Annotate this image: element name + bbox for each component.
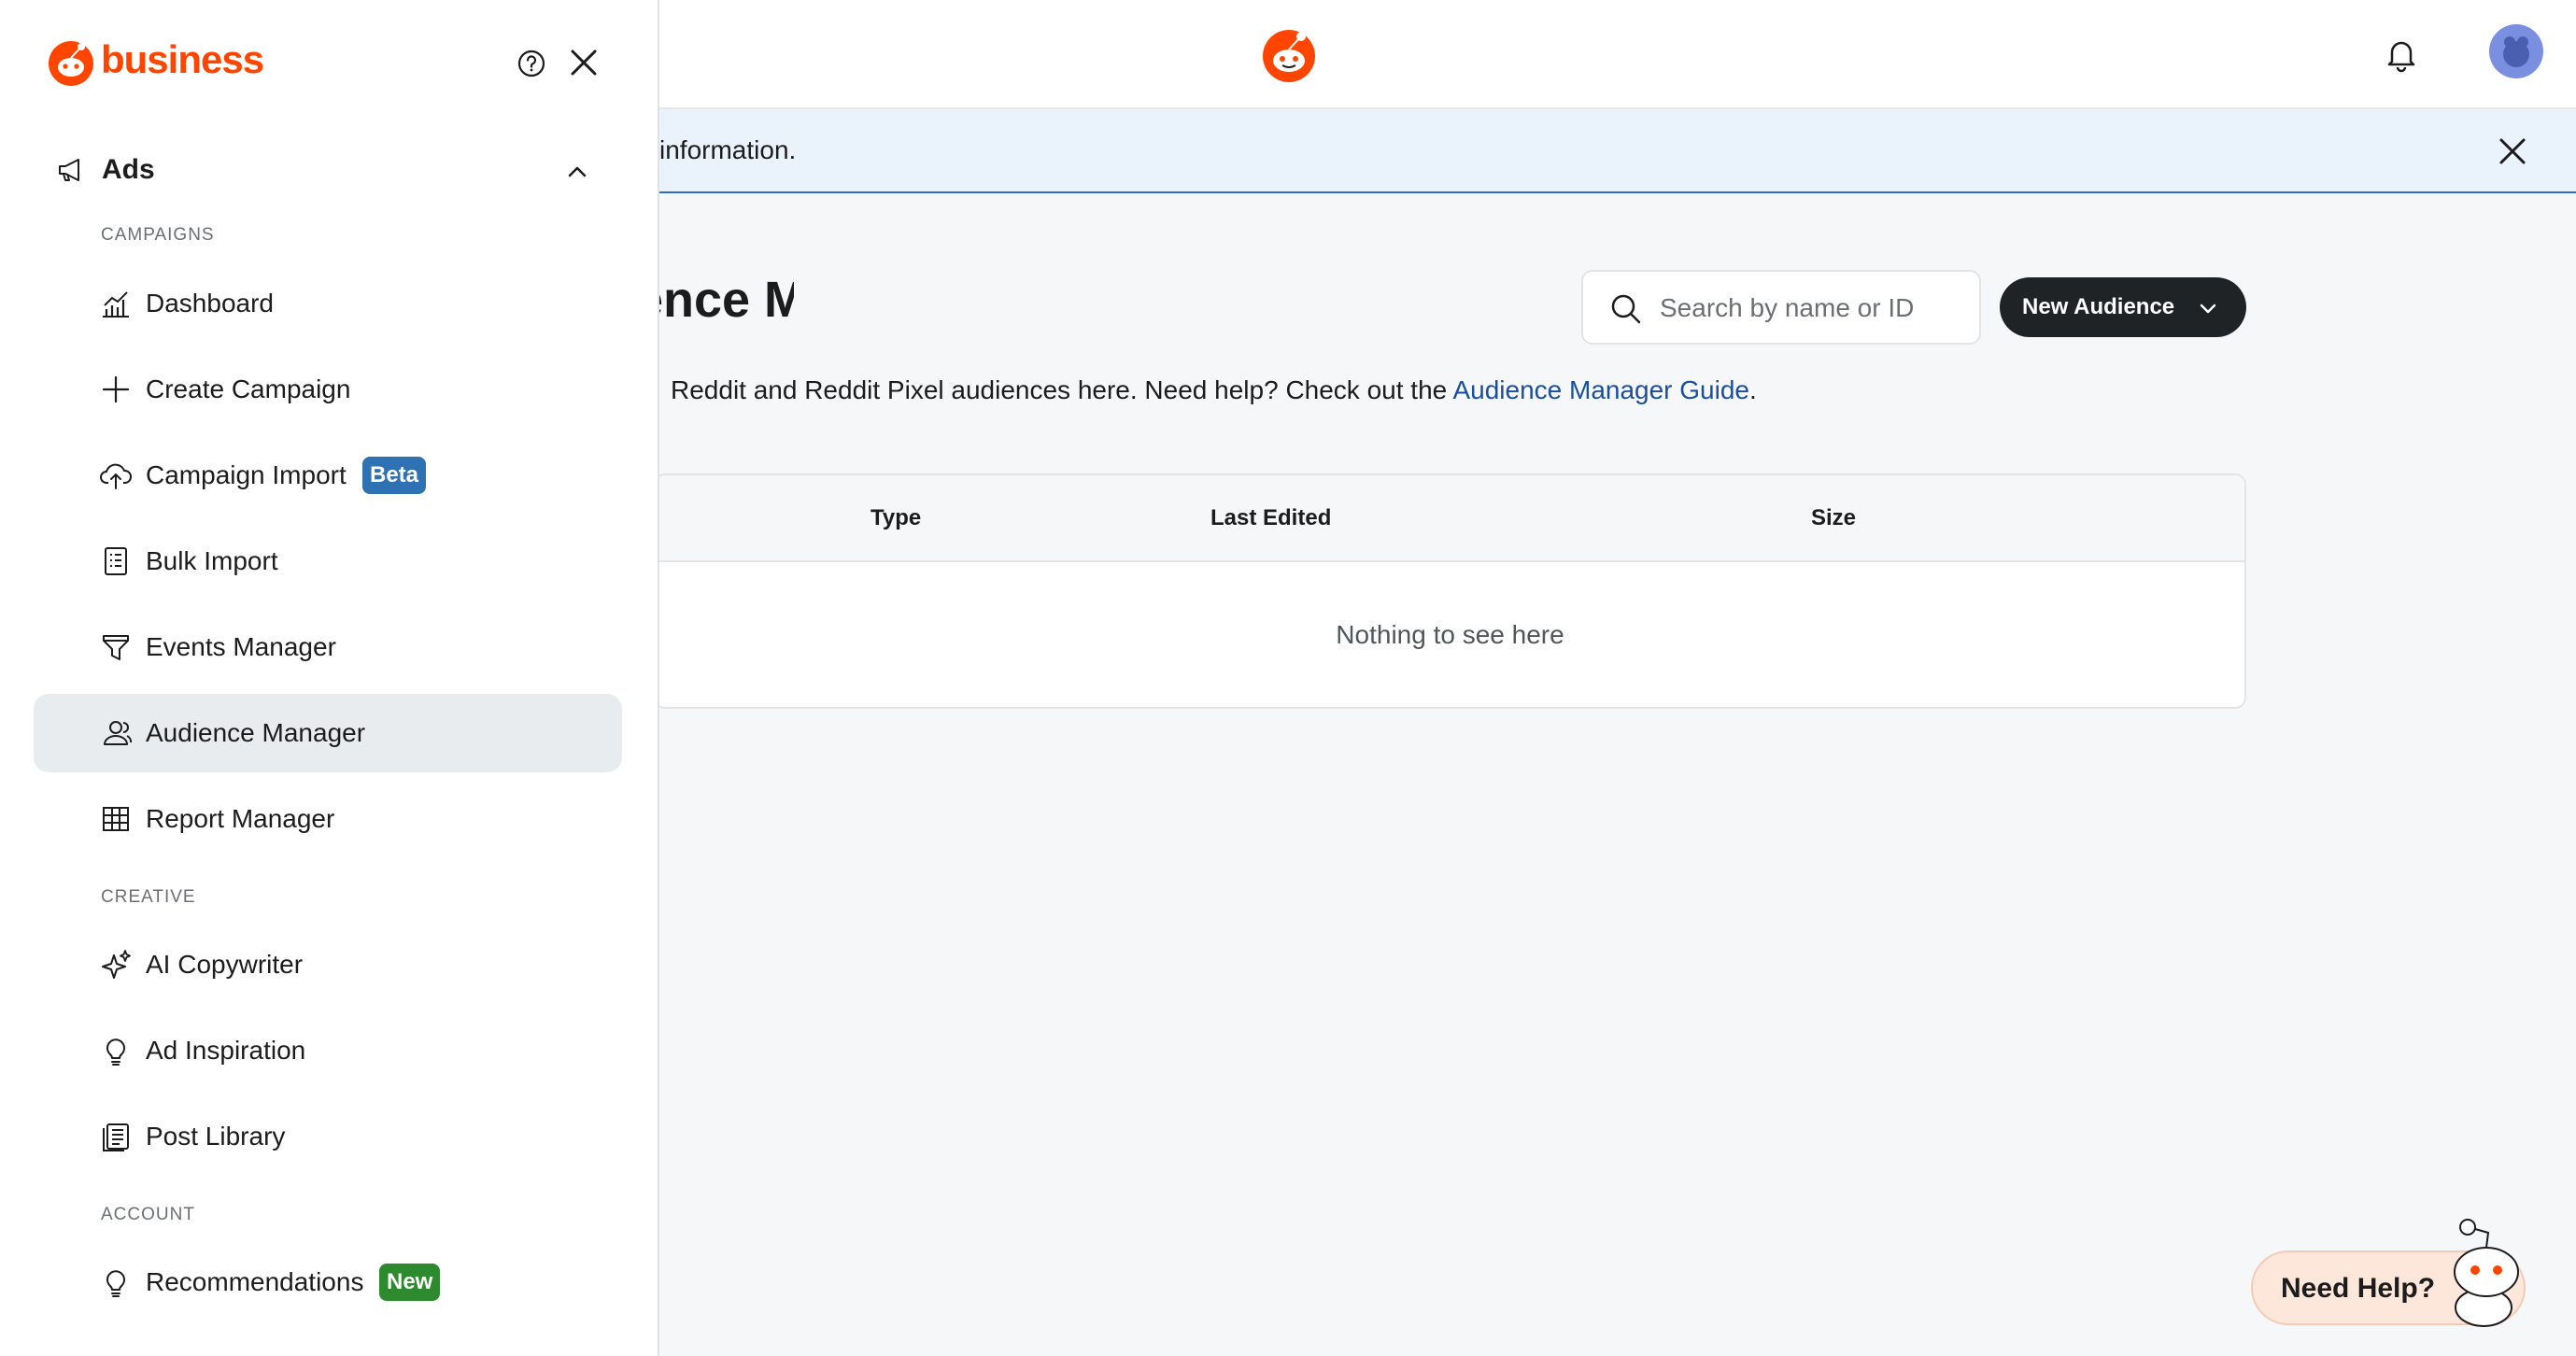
users-icon — [104, 721, 133, 745]
section-label-creative: CREATIVE — [101, 887, 196, 907]
sidebar-item-recommendations[interactable]: Recommendations New — [34, 1243, 622, 1321]
sidebar-item-label: Dashboard — [146, 289, 274, 318]
sidebar-item-label: Create Campaign — [146, 374, 351, 403]
navigation-drawer: business Ads CAMPAIGNS Dashboard Create … — [0, 0, 659, 1356]
section-label-campaigns: CAMPAIGNS — [101, 225, 215, 245]
audience-manager-guide-link[interactable]: Audience Manager Guide — [1452, 375, 1749, 404]
chart-icon — [103, 291, 129, 318]
sidebar-item-label: Ad Inspiration — [146, 1036, 306, 1065]
new-audience-label: New Audience — [2022, 294, 2175, 319]
sidebar-item-dashboard[interactable]: Dashboard — [34, 264, 622, 343]
sidebar-item-label: Audience Manager — [146, 718, 366, 747]
sidebar-item-post-library[interactable]: Post Library — [34, 1097, 622, 1176]
empty-state-text: Nothing to see here — [1336, 620, 1564, 649]
description-text: Reddit and Reddit Pixel audiences here. … — [671, 375, 1453, 404]
sidebar-item-label: Report Manager — [146, 804, 335, 833]
question-circle-icon[interactable] — [517, 49, 546, 78]
sidebar-item-label: Post Library — [146, 1122, 286, 1151]
lightbulb-icon — [106, 1038, 125, 1066]
page-description: Reddit and Reddit Pixel audiences here. … — [671, 375, 1757, 405]
document-list-icon — [105, 547, 127, 575]
section-label-account: ACCOUNT — [101, 1205, 195, 1224]
sidebar-item-report-manager[interactable]: Report Manager — [34, 780, 622, 858]
funnel-icon — [103, 635, 129, 660]
sidebar-item-label: Campaign Import — [146, 460, 347, 489]
column-header-size[interactable]: Size — [1811, 505, 1856, 531]
sparkle-icon — [102, 950, 131, 979]
sidebar-item-campaign-import[interactable]: Campaign Import Beta — [34, 436, 622, 515]
upload-icon — [100, 463, 132, 489]
column-header-last-edited[interactable]: Last Edited — [1210, 505, 1331, 531]
sidebar-item-ad-inspiration[interactable]: Ad Inspiration — [34, 1011, 622, 1090]
beta-badge: Beta — [362, 457, 427, 494]
ads-label: Ads — [102, 154, 155, 185]
megaphone-icon — [59, 159, 79, 181]
sidebar-item-label: Events Manager — [146, 632, 336, 661]
plus-icon — [102, 375, 130, 403]
user-avatar-icon — [2503, 36, 2529, 67]
ads-section-toggle[interactable]: Ads — [56, 151, 598, 189]
column-header-type[interactable]: Type — [870, 505, 921, 531]
sidebar-item-ai-copywriter[interactable]: AI Copywriter — [34, 925, 622, 1004]
search-icon — [1611, 294, 1641, 324]
chevron-down-icon — [2200, 304, 2216, 314]
sidebar-item-create-campaign[interactable]: Create Campaign — [34, 350, 622, 429]
bell-icon[interactable] — [2383, 35, 2420, 73]
new-badge: New — [379, 1264, 441, 1301]
reddit-snoo-icon[interactable] — [1260, 25, 1318, 83]
description-suffix: . — [1749, 375, 1757, 404]
sidebar-item-label: Bulk Import — [146, 546, 278, 575]
close-icon[interactable] — [566, 45, 602, 80]
banner-text: information. — [659, 135, 797, 164]
new-audience-button[interactable]: New Audience — [2000, 277, 2246, 337]
sidebar-item-events-manager[interactable]: Events Manager — [34, 608, 622, 686]
audience-table: Type Last Edited Size Nothing to see her… — [654, 473, 2246, 709]
lightbulb-icon — [106, 1270, 125, 1297]
sidebar-item-audience-manager[interactable]: Audience Manager — [34, 694, 622, 772]
need-help-label: Need Help? — [2281, 1273, 2436, 1304]
reddit-snoo-icon — [49, 41, 93, 86]
close-icon[interactable] — [2494, 133, 2531, 170]
brand-text: business — [101, 37, 264, 81]
chevron-up-icon — [568, 166, 587, 177]
sidebar-item-label: AI Copywriter — [146, 950, 304, 979]
sidebar-item-label: Recommendations — [146, 1267, 364, 1296]
snoo-mascot-icon — [2454, 1219, 2519, 1327]
sidebar-item-bulk-import[interactable]: Bulk Import — [34, 522, 622, 600]
table-header: Type Last Edited Size — [656, 475, 2244, 562]
avatar[interactable] — [2489, 24, 2543, 78]
table-icon — [103, 807, 129, 831]
search-input[interactable] — [1660, 289, 1959, 328]
search-box[interactable] — [1581, 270, 1981, 345]
library-icon — [103, 1123, 129, 1151]
